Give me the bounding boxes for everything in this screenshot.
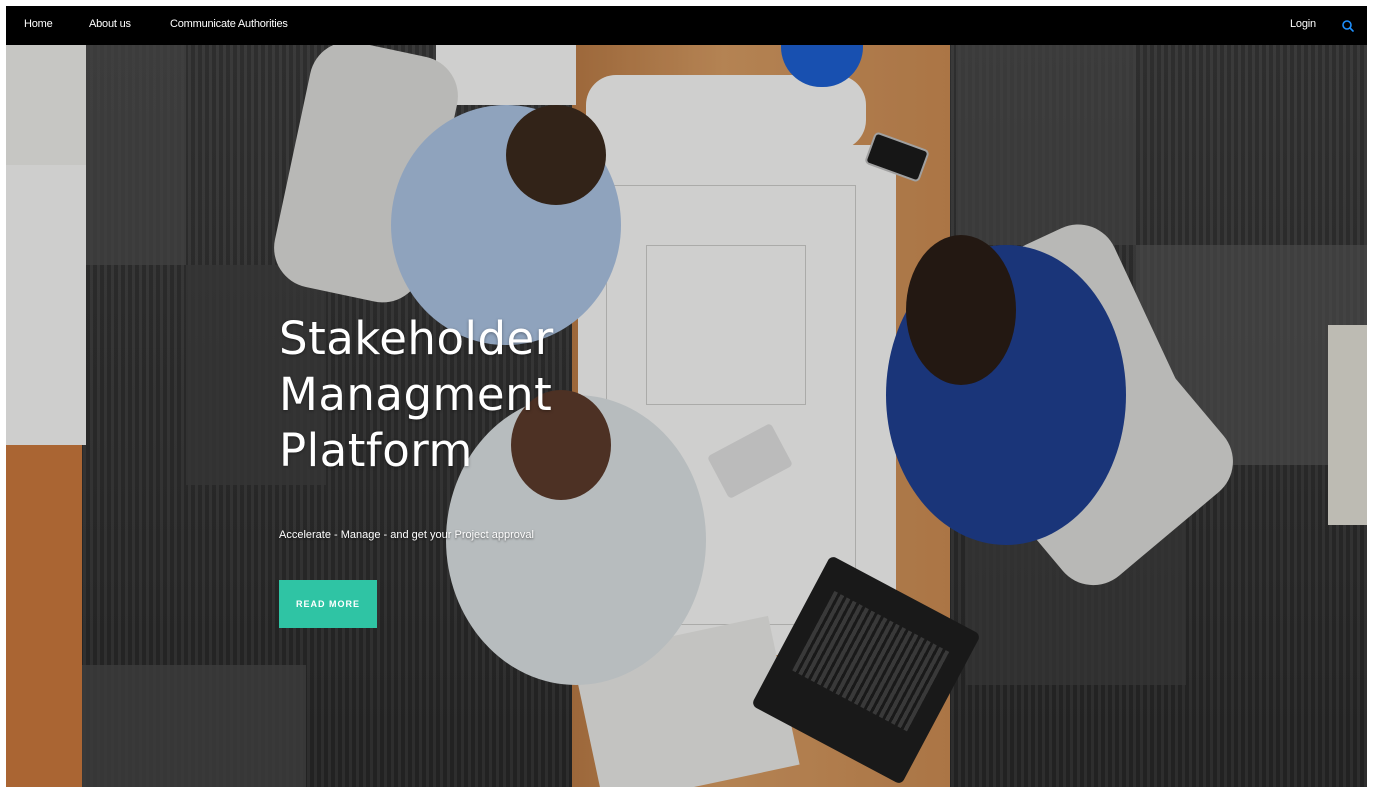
nav-about-link[interactable]: About us — [89, 18, 131, 30]
hero-subtitle: Accelerate - Manage - and get your Proje… — [279, 529, 534, 541]
hero-title-line: Stakeholder — [279, 312, 554, 365]
hero-section: Stakeholder Managment Platform Accelerat… — [6, 45, 1367, 787]
hero-overlay — [6, 45, 1367, 787]
hero-title-line: Managment — [279, 368, 553, 421]
nav-login-link[interactable]: Login — [1290, 18, 1316, 30]
page-frame: Home About us Communicate Authorities Lo… — [6, 6, 1367, 787]
nav-communicate-authorities-link[interactable]: Communicate Authorities — [170, 18, 288, 30]
read-more-button[interactable]: READ MORE — [279, 580, 377, 628]
search-icon[interactable] — [1340, 18, 1356, 34]
top-navbar: Home About us Communicate Authorities Lo… — [6, 6, 1367, 45]
hero-title-line: Platform — [279, 424, 473, 477]
hero-title: Stakeholder Managment Platform — [279, 311, 619, 479]
nav-home-link[interactable]: Home — [24, 18, 53, 30]
